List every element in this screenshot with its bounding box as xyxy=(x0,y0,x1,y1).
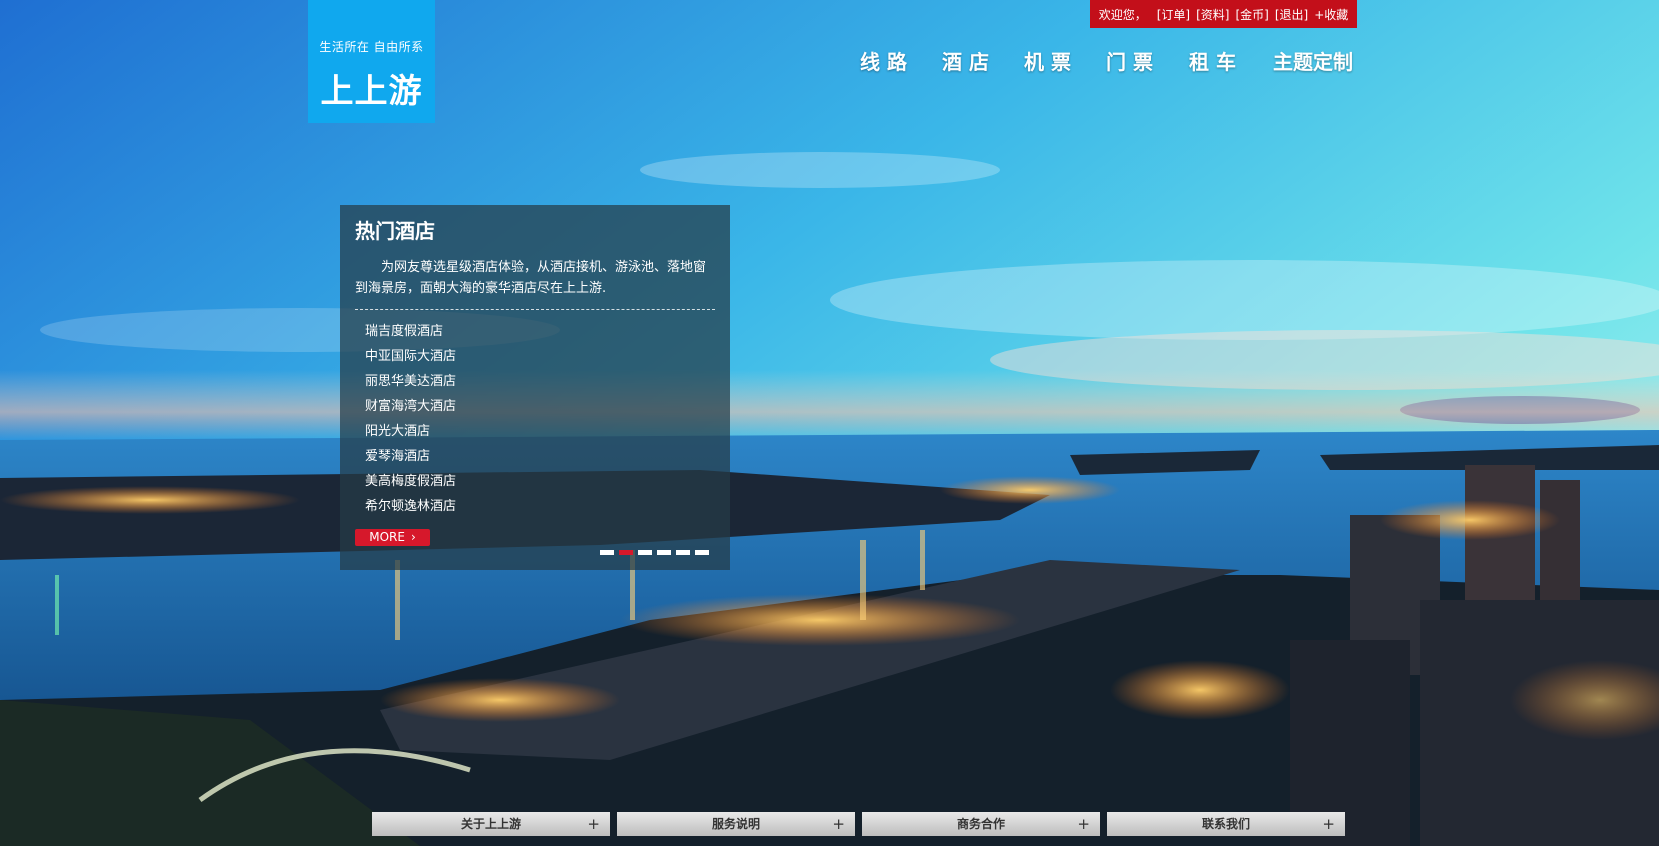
plus-icon: + xyxy=(1322,815,1335,833)
footer-tab-business[interactable]: 商务合作 + xyxy=(862,812,1100,836)
hotel-list-item[interactable]: 财富海湾大酒店 xyxy=(365,394,456,419)
profile-link[interactable]: [资料] xyxy=(1196,6,1229,23)
more-button[interactable]: MORE › xyxy=(355,529,430,546)
footer-tab-service[interactable]: 服务说明 + xyxy=(617,812,855,836)
welcome-text: 欢迎您， xyxy=(1098,7,1147,22)
chevron-right-icon: › xyxy=(410,530,416,544)
plus-icon: + xyxy=(587,815,600,833)
footer-tab-label: 关于上上游 xyxy=(460,817,521,831)
slide-dot[interactable] xyxy=(600,550,614,555)
hotel-list-item[interactable]: 阳光大酒店 xyxy=(365,419,456,444)
hotel-list-item[interactable]: 中亚国际大酒店 xyxy=(365,344,456,369)
panel-title: 热门酒店 xyxy=(355,219,435,243)
slide-dot[interactable] xyxy=(619,550,633,555)
nav-item-routes[interactable]: 线路 xyxy=(860,46,914,75)
hotel-list: 瑞吉度假酒店 中亚国际大酒店 丽思华美达酒店 财富海湾大酒店 阳光大酒店 爱琴海… xyxy=(365,319,456,519)
orders-link[interactable]: [订单] xyxy=(1157,6,1190,23)
footer-tab-about[interactable]: 关于上上游 + xyxy=(372,812,610,836)
footer-tab-label: 联系我们 xyxy=(1201,817,1250,831)
hotel-list-item[interactable]: 瑞吉度假酒店 xyxy=(365,319,456,344)
hotel-list-item[interactable]: 希尔顿逸林酒店 xyxy=(365,494,456,519)
hotel-list-item[interactable]: 丽思华美达酒店 xyxy=(365,369,456,394)
hot-hotels-panel: 热门酒店 为网友尊选星级酒店体验，从酒店接机、游泳池、落地窗到海景房，面朝大海的… xyxy=(340,205,730,570)
hotel-list-item[interactable]: 美高梅度假酒店 xyxy=(365,469,456,494)
hero-background-image xyxy=(0,0,1659,846)
user-bar: 欢迎您， [订单] [资料] [金币] [退出] +收藏 xyxy=(1090,0,1357,28)
slide-dot[interactable] xyxy=(657,550,671,555)
nav-item-theme-custom[interactable]: 主题定制 xyxy=(1273,46,1353,75)
footer-tab-label: 服务说明 xyxy=(711,817,760,831)
plus-icon: + xyxy=(832,815,845,833)
logout-link[interactable]: [退出] xyxy=(1275,6,1308,23)
logo-tagline: 生活所在 自由所系 xyxy=(319,40,424,54)
nav-item-hotels[interactable]: 酒店 xyxy=(942,46,996,75)
slide-dot[interactable] xyxy=(676,550,690,555)
hotel-list-item[interactable]: 爱琴海酒店 xyxy=(365,444,456,469)
add-favorite-link[interactable]: +收藏 xyxy=(1314,6,1348,23)
site-logo[interactable]: 生活所在 自由所系 上上游 xyxy=(308,0,435,123)
slide-dot[interactable] xyxy=(695,550,709,555)
slide-indicator xyxy=(600,550,709,555)
plus-icon: + xyxy=(1077,815,1090,833)
footer-tab-contact[interactable]: 联系我们 + xyxy=(1107,812,1345,836)
footer-tab-label: 商务合作 xyxy=(956,817,1005,831)
nav-item-tickets[interactable]: 门票 xyxy=(1106,46,1160,75)
panel-description: 为网友尊选星级酒店体验，从酒店接机、游泳池、落地窗到海景房，面朝大海的豪华酒店尽… xyxy=(355,260,707,296)
dashed-divider xyxy=(355,309,715,310)
logo-brand-name: 上上游 xyxy=(320,71,423,110)
more-label: MORE xyxy=(369,530,405,544)
slide-dot[interactable] xyxy=(638,550,652,555)
nav-item-car-rental[interactable]: 租车 xyxy=(1189,46,1243,75)
nav-item-flights[interactable]: 机票 xyxy=(1024,46,1078,75)
coins-link[interactable]: [金币] xyxy=(1235,6,1268,23)
